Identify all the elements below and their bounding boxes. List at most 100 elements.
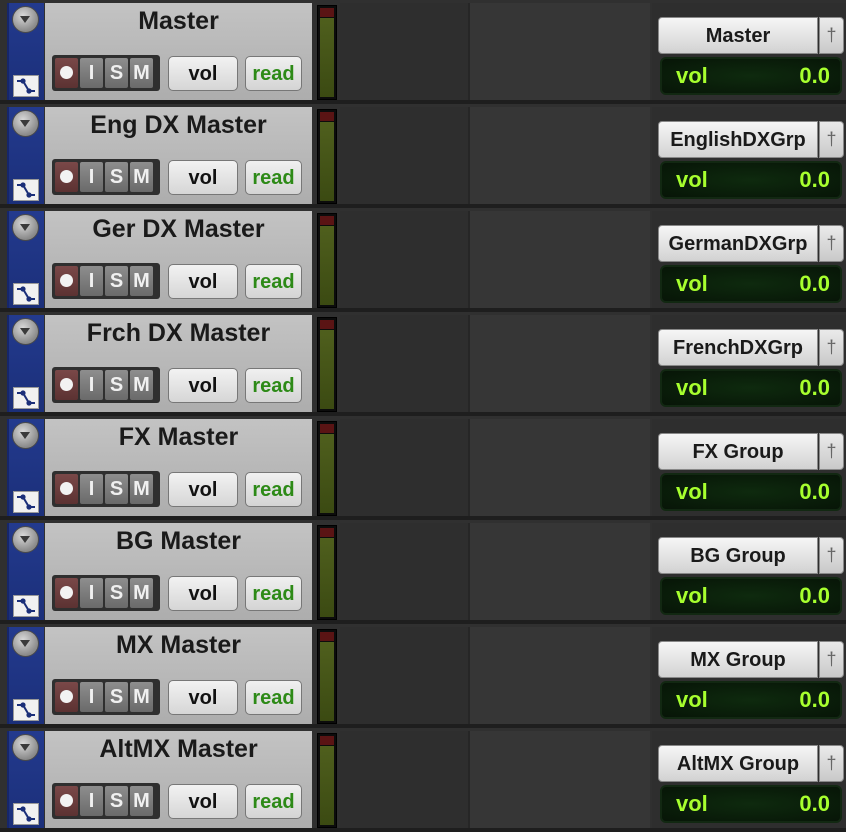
automation-curve-icon[interactable] [13, 179, 39, 201]
volume-display-value: 0.0 [799, 791, 830, 816]
pin-icon[interactable]: † [819, 121, 844, 158]
mute-button[interactable]: M [130, 578, 153, 608]
volume-display[interactable]: vol 0.0 [660, 265, 842, 303]
solo-button[interactable]: S [105, 786, 128, 816]
record-enable-button[interactable] [55, 162, 78, 192]
track-view-selector[interactable]: vol [168, 784, 238, 819]
group-selector-button[interactable]: FrenchDXGrp [658, 329, 818, 366]
meter-bar [320, 18, 334, 97]
track-name[interactable]: AltMX Master [45, 735, 312, 764]
pin-icon[interactable]: † [819, 329, 844, 366]
track-view-selector[interactable]: vol [168, 680, 238, 715]
volume-display[interactable]: vol 0.0 [660, 577, 842, 615]
group-selector-button[interactable]: Master [658, 17, 818, 54]
track-name[interactable]: BG Master [45, 527, 312, 556]
solo-button[interactable]: S [105, 58, 128, 88]
solo-button[interactable]: S [105, 266, 128, 296]
record-enable-button[interactable] [55, 266, 78, 296]
group-selector-button[interactable]: MX Group [658, 641, 818, 678]
automation-curve-icon[interactable] [13, 699, 39, 721]
input-monitor-button[interactable]: I [80, 786, 103, 816]
record-enable-button[interactable] [55, 578, 78, 608]
mute-button[interactable]: M [130, 162, 153, 192]
group-selector-button[interactable]: EnglishDXGrp [658, 121, 818, 158]
volume-display[interactable]: vol 0.0 [660, 369, 842, 407]
volume-display[interactable]: vol 0.0 [660, 785, 842, 823]
mute-button[interactable]: M [130, 370, 153, 400]
pin-icon[interactable]: † [819, 745, 844, 782]
solo-button[interactable]: S [105, 578, 128, 608]
track-name[interactable]: Ger DX Master [45, 215, 312, 244]
automation-mode-selector[interactable]: read [245, 368, 302, 403]
volume-display[interactable]: vol 0.0 [660, 473, 842, 511]
input-monitor-button[interactable]: I [80, 266, 103, 296]
chevron-down-icon[interactable] [12, 422, 39, 449]
mute-button[interactable]: M [130, 58, 153, 88]
record-enable-button[interactable] [55, 58, 78, 88]
record-enable-button[interactable] [55, 786, 78, 816]
automation-mode-selector[interactable]: read [245, 784, 302, 819]
solo-button[interactable]: S [105, 162, 128, 192]
chevron-down-icon[interactable] [12, 318, 39, 345]
input-monitor-button[interactable]: I [80, 682, 103, 712]
volume-display[interactable]: vol 0.0 [660, 681, 842, 719]
solo-button[interactable]: S [105, 474, 128, 504]
automation-curve-icon[interactable] [13, 491, 39, 513]
input-monitor-button[interactable]: I [80, 474, 103, 504]
record-enable-button[interactable] [55, 682, 78, 712]
volume-display[interactable]: vol 0.0 [660, 161, 842, 199]
track-name[interactable]: MX Master [45, 631, 312, 660]
track-view-selector[interactable]: vol [168, 576, 238, 611]
chevron-down-icon[interactable] [12, 214, 39, 241]
automation-mode-selector[interactable]: read [245, 160, 302, 195]
automation-mode-selector[interactable]: read [245, 56, 302, 91]
track-view-selector[interactable]: vol [168, 160, 238, 195]
input-monitor-button[interactable]: I [80, 578, 103, 608]
pin-icon[interactable]: † [819, 433, 844, 470]
group-selector-button[interactable]: FX Group [658, 433, 818, 470]
group-selector-button[interactable]: AltMX Group [658, 745, 818, 782]
automation-mode-selector[interactable]: read [245, 472, 302, 507]
solo-button[interactable]: S [105, 370, 128, 400]
input-monitor-button[interactable]: I [80, 370, 103, 400]
automation-mode-selector[interactable]: read [245, 680, 302, 715]
input-monitor-button[interactable]: I [80, 58, 103, 88]
mute-button[interactable]: M [130, 266, 153, 296]
automation-curve-icon[interactable] [13, 283, 39, 305]
chevron-down-icon[interactable] [12, 6, 39, 33]
automation-curve-icon[interactable] [13, 595, 39, 617]
track-name[interactable]: FX Master [45, 423, 312, 452]
chevron-down-icon[interactable] [12, 734, 39, 761]
track-name[interactable]: Eng DX Master [45, 111, 312, 140]
mute-button[interactable]: M [130, 474, 153, 504]
chevron-down-icon[interactable] [12, 110, 39, 137]
track-view-selector[interactable]: vol [168, 56, 238, 91]
track-header: AltMX Master I S M vol read [45, 731, 312, 828]
volume-display[interactable]: vol 0.0 [660, 57, 842, 95]
track-column [470, 627, 650, 724]
automation-curve-icon[interactable] [13, 803, 39, 825]
mute-button[interactable]: M [130, 786, 153, 816]
input-monitor-button[interactable]: I [80, 162, 103, 192]
automation-mode-selector[interactable]: read [245, 576, 302, 611]
track-name[interactable]: Frch DX Master [45, 319, 312, 348]
record-enable-button[interactable] [55, 370, 78, 400]
mute-button[interactable]: M [130, 682, 153, 712]
chevron-down-icon[interactable] [12, 630, 39, 657]
track-view-selector[interactable]: vol [168, 264, 238, 299]
automation-mode-selector[interactable]: read [245, 264, 302, 299]
pin-icon[interactable]: † [819, 225, 844, 262]
track-view-selector[interactable]: vol [168, 472, 238, 507]
chevron-down-icon[interactable] [12, 526, 39, 553]
pin-icon[interactable]: † [819, 641, 844, 678]
group-selector-button[interactable]: BG Group [658, 537, 818, 574]
pin-icon[interactable]: † [819, 537, 844, 574]
group-selector-button[interactable]: GermanDXGrp [658, 225, 818, 262]
solo-button[interactable]: S [105, 682, 128, 712]
track-view-selector[interactable]: vol [168, 368, 238, 403]
pin-icon[interactable]: † [819, 17, 844, 54]
automation-curve-icon[interactable] [13, 75, 39, 97]
track-name[interactable]: Master [45, 7, 312, 36]
record-enable-button[interactable] [55, 474, 78, 504]
automation-curve-icon[interactable] [13, 387, 39, 409]
